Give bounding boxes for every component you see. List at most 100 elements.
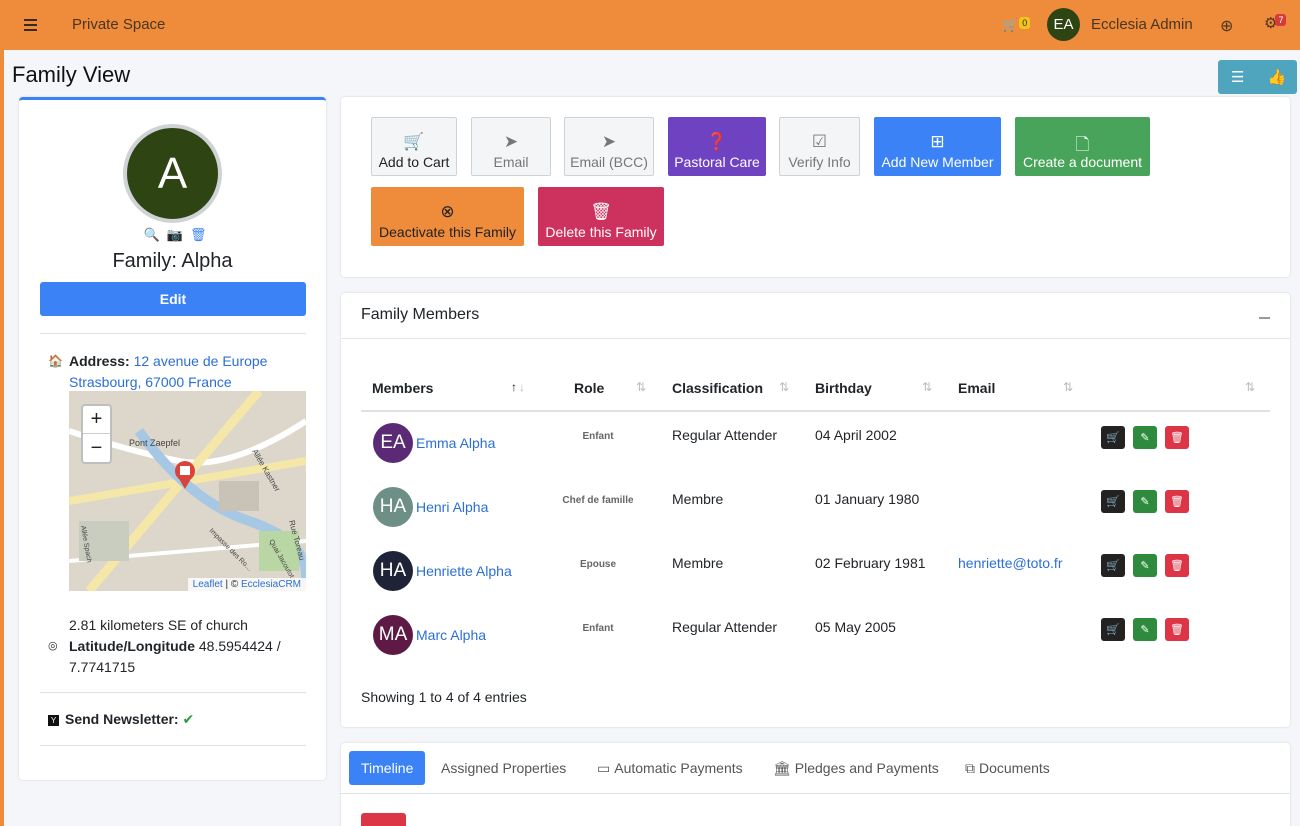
divider xyxy=(40,745,306,746)
list-view-icon[interactable]: ☰ xyxy=(1218,60,1258,94)
check-square-icon: ☑ xyxy=(811,132,828,151)
leaflet-link[interactable]: Leaflet xyxy=(193,579,223,590)
member-email-link[interactable]: henriette@toto.fr xyxy=(958,555,1063,571)
question-circle-icon: ❓ xyxy=(706,132,728,151)
address-line1-link[interactable]: 12 avenue de Europe xyxy=(134,353,268,369)
col-header-email[interactable]: Email xyxy=(958,380,995,396)
collapse-icon[interactable] xyxy=(1259,317,1270,319)
add-to-cart-button[interactable]: 🛒 Add to Cart xyxy=(371,117,457,176)
address-label: Address: xyxy=(69,353,130,369)
sort-icon[interactable]: ⇅ xyxy=(922,380,932,394)
latlon-label: Latitude/Longitude xyxy=(69,638,195,654)
tab-documents[interactable]: ⧉ Documents xyxy=(953,751,1062,785)
sort-icon[interactable]: ⇅ xyxy=(636,380,646,394)
pencil-icon: ✎ xyxy=(1140,624,1150,636)
credit-card-icon: ▭ xyxy=(597,759,611,776)
deactivate-family-button[interactable]: ⊗ Deactivate this Family xyxy=(371,187,524,246)
attribution-separator: | © xyxy=(222,579,241,590)
compass-icon: ◎ xyxy=(48,640,58,652)
sort-asc-icon[interactable]: ↑ xyxy=(511,380,517,394)
member-name-link[interactable]: Henriette Alpha xyxy=(416,563,512,579)
delete-member-button[interactable]: 🗑 xyxy=(1165,554,1189,577)
divider xyxy=(40,692,306,693)
pastoral-care-button[interactable]: ❓ Pastoral Care xyxy=(668,117,766,176)
edit-member-button[interactable]: ✎ xyxy=(1133,618,1157,641)
add-member-to-cart-button[interactable]: 🛒 xyxy=(1101,554,1125,577)
member-name-link[interactable]: Henri Alpha xyxy=(416,499,488,515)
delete-member-button[interactable]: 🗑 xyxy=(1165,426,1189,449)
tab-timeline[interactable]: Timeline xyxy=(349,751,426,785)
member-avatar: MA xyxy=(373,615,413,655)
family-actions-card: 🛒 Add to Cart ➤ Email ➤ Email (BCC) ❓ Pastor… xyxy=(341,97,1290,277)
settings-button[interactable]: ⚙7 xyxy=(1264,14,1287,32)
col-header-role[interactable]: Role xyxy=(574,380,604,396)
tabs-divider xyxy=(341,793,1290,794)
user-avatar[interactable]: EA xyxy=(1047,8,1080,41)
address-block: 🏠 Address: 12 avenue de Europe Strasbourg… xyxy=(48,351,298,393)
app-title[interactable]: Private Space xyxy=(72,16,165,33)
sort-icon[interactable]: ↓ xyxy=(519,380,525,394)
member-avatar: EA xyxy=(373,423,413,463)
member-role: Chef de famille xyxy=(562,495,634,506)
sort-icon[interactable]: ⇅ xyxy=(779,380,789,394)
col-header-members[interactable]: Members xyxy=(372,380,433,396)
zoom-photo-icon[interactable]: 🔍 xyxy=(144,227,160,243)
col-header-classification[interactable]: Classification xyxy=(672,380,763,396)
edit-member-button[interactable]: ✎ xyxy=(1133,490,1157,513)
sort-icon[interactable]: ⇅ xyxy=(1245,380,1255,394)
add-new-member-button[interactable]: ⊞ Add New Member xyxy=(874,117,1001,176)
zoom-out-button[interactable]: − xyxy=(83,434,110,462)
delete-member-button[interactable]: 🗑 xyxy=(1165,490,1189,513)
trash-icon: 🗑 xyxy=(1170,496,1184,508)
help-icon[interactable]: ⊕ xyxy=(1220,16,1233,36)
address-line2-link[interactable]: Strasbourg, 67000 France xyxy=(69,374,232,390)
member-birthday: 05 May 2005 xyxy=(815,619,896,635)
sort-icon[interactable]: ⇅ xyxy=(1063,380,1073,394)
email-bcc-button[interactable]: ➤ Email (BCC) xyxy=(564,117,654,176)
members-card-title: Family Members xyxy=(341,293,1290,339)
family-avatar: A xyxy=(123,124,222,223)
member-role: Epouse xyxy=(579,559,617,570)
verify-info-button[interactable]: ☑ Verify Info xyxy=(779,117,860,176)
tab-pledges-payments[interactable]: 🏛 Pledges and Payments xyxy=(761,751,951,785)
camera-icon[interactable]: 📷 xyxy=(167,227,183,243)
add-member-to-cart-button[interactable]: 🛒 xyxy=(1101,618,1125,641)
table-info: Showing 1 to 4 of 4 entries xyxy=(361,689,527,705)
notification-count-badge: 7 xyxy=(1275,14,1287,26)
member-name-link[interactable]: Marc Alpha xyxy=(416,627,486,643)
member-name-link[interactable]: Emma Alpha xyxy=(416,435,495,451)
member-classification: Regular Attender xyxy=(672,427,778,443)
ecclesiacrm-link[interactable]: EcclesiaCRM xyxy=(241,579,301,590)
col-header-birthday[interactable]: Birthday xyxy=(815,380,872,396)
tab-automatic-payments[interactable]: ▭ Automatic Payments xyxy=(585,751,755,785)
thumbs-up-icon[interactable]: 👍 xyxy=(1258,60,1298,94)
cart-icon: 🛒 xyxy=(1002,17,1019,32)
copy-icon: ⧉ xyxy=(965,759,975,776)
tab-assigned-properties[interactable]: Assigned Properties xyxy=(429,751,578,785)
location-map[interactable]: Pont Zaepfel Allée Kastner Rue Toreau Qu… xyxy=(69,391,306,591)
delete-photo-icon[interactable]: 🗑 xyxy=(190,227,207,243)
add-member-to-cart-button[interactable]: 🛒 xyxy=(1101,426,1125,449)
email-button[interactable]: ➤ Email xyxy=(471,117,551,176)
page-title: Family View xyxy=(12,62,131,87)
create-document-button[interactable]: 🗋 Create a document xyxy=(1015,117,1150,176)
edit-member-button[interactable]: ✎ xyxy=(1133,554,1157,577)
user-name[interactable]: Ecclesia Admin xyxy=(1091,16,1193,33)
sidebar-edge xyxy=(0,50,4,826)
edit-family-button[interactable]: Edit xyxy=(40,282,306,316)
cart-button[interactable]: 🛒 0 xyxy=(1002,17,1031,33)
delete-member-button[interactable]: 🗑 xyxy=(1165,618,1189,641)
add-member-to-cart-button[interactable]: 🛒 xyxy=(1101,490,1125,513)
delete-family-button[interactable]: 🗑 Delete this Family xyxy=(538,187,664,246)
table-header-divider xyxy=(361,410,1270,412)
times-circle-icon: ⊗ xyxy=(440,202,455,221)
menu-toggle-icon[interactable] xyxy=(24,16,44,34)
bank-icon: 🏛 xyxy=(773,759,791,776)
member-role: Enfant xyxy=(582,431,614,442)
member-classification: Membre xyxy=(672,555,724,571)
cart-icon: 🛒 xyxy=(1106,624,1120,636)
member-classification: Regular Attender xyxy=(672,619,778,635)
edit-member-button[interactable]: ✎ xyxy=(1133,426,1157,449)
newsletter-row: Y Send Newsletter: ✔ xyxy=(48,711,194,728)
zoom-in-button[interactable]: + xyxy=(83,406,110,434)
